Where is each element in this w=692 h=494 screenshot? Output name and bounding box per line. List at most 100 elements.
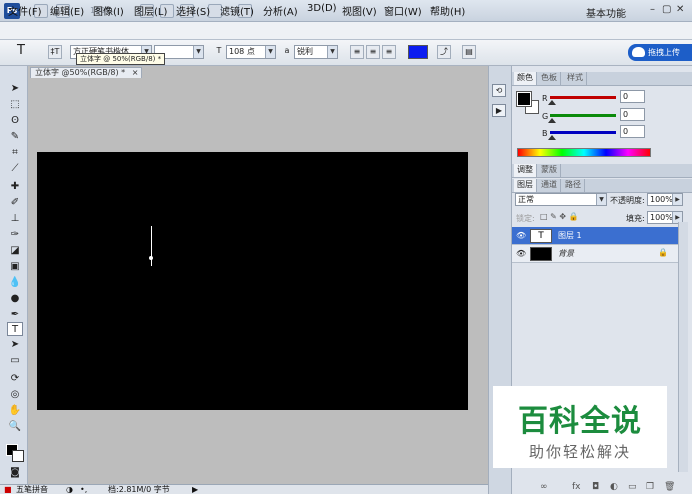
- foreground-color[interactable]: [516, 91, 532, 107]
- warp-text-icon[interactable]: ⤴: [437, 45, 451, 59]
- visibility-eye-icon[interactable]: 👁: [516, 231, 526, 240]
- background-color-swatch[interactable]: [12, 450, 24, 462]
- eyedropper-tool-icon[interactable]: ⟋: [7, 162, 23, 176]
- status-menu-arrow-icon[interactable]: ▶: [192, 485, 198, 494]
- healing-brush-tool-icon[interactable]: ✚: [7, 180, 23, 194]
- ime-label[interactable]: 五笔拼音: [16, 485, 48, 494]
- clone-stamp-tool-icon[interactable]: ⊥: [7, 212, 23, 226]
- ime-icon: ■: [4, 485, 12, 494]
- tab-swatches[interactable]: 色板: [538, 72, 561, 85]
- ime-moon-icon[interactable]: ◑: [66, 485, 73, 494]
- layer-thumbnail: T: [530, 229, 552, 243]
- tab-layers[interactable]: 图层: [514, 179, 537, 192]
- zoom-tool-icon[interactable]: 🔍: [7, 420, 23, 434]
- font-size-select[interactable]: 108 点 ▼: [226, 45, 276, 59]
- channel-g-input[interactable]: 0: [620, 108, 645, 121]
- cloud-icon: [632, 47, 645, 57]
- watermark: 百科全说 助你轻松解决: [493, 386, 667, 468]
- antialias-select[interactable]: 锐利 ▼: [294, 45, 338, 59]
- color-spectrum-bar[interactable]: [517, 148, 651, 157]
- chevron-down-icon: ▼: [265, 46, 275, 58]
- align-center-icon[interactable]: ≡: [366, 45, 380, 59]
- gradient-tool-icon[interactable]: ▣: [7, 260, 23, 274]
- layer-style-icon[interactable]: fx: [572, 482, 581, 492]
- layer-name[interactable]: 背景: [558, 248, 574, 259]
- type-tool-icon[interactable]: T: [7, 322, 23, 336]
- channel-r-thumb[interactable]: [548, 100, 556, 105]
- channel-g-slider[interactable]: [550, 114, 616, 117]
- menu-window[interactable]: 窗口(W): [384, 3, 422, 18]
- channel-b-thumb[interactable]: [548, 135, 556, 140]
- actions-panel-icon[interactable]: ▶: [492, 104, 506, 117]
- pen-tool-icon[interactable]: ✒: [7, 308, 23, 322]
- channel-g-thumb[interactable]: [548, 118, 556, 123]
- eraser-tool-icon[interactable]: ◪: [7, 244, 23, 258]
- hand-tool-icon[interactable]: ✋: [7, 404, 23, 418]
- text-orientation-icon[interactable]: ‡T: [48, 45, 62, 59]
- document-tab[interactable]: 立体字 @50%(RGB/8) * ×: [30, 67, 142, 78]
- text-color-swatch[interactable]: [408, 45, 428, 59]
- 3d-orbit-tool-icon[interactable]: ◎: [7, 388, 23, 402]
- menu-3d[interactable]: 3D(D): [307, 3, 337, 14]
- adjustment-layer-icon[interactable]: ◐: [610, 482, 618, 492]
- channel-r-input[interactable]: 0: [620, 90, 645, 103]
- menu-help[interactable]: 帮助(H): [430, 3, 465, 18]
- quick-mask-icon[interactable]: ◙: [7, 466, 23, 480]
- link-layers-icon[interactable]: ∞: [540, 482, 548, 492]
- tab-adjustments[interactable]: 调整: [514, 164, 537, 177]
- layer-row[interactable]: 👁 T 图层 1: [512, 227, 678, 245]
- visibility-eye-icon[interactable]: 👁: [516, 249, 526, 258]
- tab-paths[interactable]: 路径: [562, 179, 585, 192]
- align-right-icon[interactable]: ≡: [382, 45, 396, 59]
- menu-filter[interactable]: 滤镜(T): [220, 3, 254, 18]
- layers-scrollbar[interactable]: [678, 222, 688, 472]
- blend-mode-select[interactable]: 正常 ▼: [515, 193, 607, 206]
- menu-file[interactable]: 文件(F): [8, 3, 42, 18]
- ime-punct-icon[interactable]: •,: [80, 485, 87, 494]
- menu-image[interactable]: 图像(I): [93, 3, 124, 18]
- channel-b-input[interactable]: 0: [620, 125, 645, 138]
- align-left-icon[interactable]: ≡: [350, 45, 364, 59]
- tab-channels[interactable]: 通道: [538, 179, 561, 192]
- tab-color[interactable]: 颜色: [514, 72, 537, 85]
- new-layer-icon[interactable]: ❐: [646, 482, 654, 492]
- crop-tool-icon[interactable]: ⌗: [7, 146, 23, 160]
- brush-tool-icon[interactable]: ✐: [7, 196, 23, 210]
- minimize-button[interactable]: –: [650, 4, 655, 15]
- tab-masks[interactable]: 蒙版: [538, 164, 561, 177]
- type-tool-preset-icon[interactable]: T: [14, 44, 28, 59]
- history-brush-tool-icon[interactable]: ✑: [7, 228, 23, 242]
- close-icon[interactable]: ×: [132, 68, 139, 77]
- menu-select[interactable]: 选择(S): [176, 3, 210, 18]
- restore-button[interactable]: ▢: [662, 4, 671, 15]
- quick-select-tool-icon[interactable]: ✎: [7, 130, 23, 144]
- dodge-tool-icon[interactable]: ●: [7, 292, 23, 306]
- layer-name[interactable]: 图层 1: [558, 230, 582, 241]
- new-group-icon[interactable]: ▭: [628, 482, 637, 492]
- lock-icons[interactable]: □ ✎ ✥ 🔒: [540, 212, 579, 221]
- move-tool-icon[interactable]: ➤: [7, 82, 23, 96]
- opacity-input[interactable]: 100% ▶: [647, 193, 683, 206]
- tab-styles[interactable]: 样式: [564, 72, 587, 85]
- path-select-tool-icon[interactable]: ➤: [7, 338, 23, 352]
- close-button[interactable]: ✕: [676, 4, 684, 15]
- menu-analysis[interactable]: 分析(A): [263, 3, 298, 18]
- delete-layer-icon[interactable]: 🗑: [664, 482, 675, 492]
- marquee-tool-icon[interactable]: ⬚: [7, 98, 23, 112]
- menu-view[interactable]: 视图(V): [342, 3, 377, 18]
- workspace-switcher[interactable]: 基本功能: [586, 5, 626, 20]
- history-panel-icon[interactable]: ⟲: [492, 84, 506, 97]
- menu-layer[interactable]: 图层(L): [134, 3, 167, 18]
- lasso-tool-icon[interactable]: ʘ: [7, 114, 23, 128]
- layer-row[interactable]: 👁 背景 🔒: [512, 245, 678, 263]
- channel-b-slider[interactable]: [550, 131, 616, 134]
- 3d-rotate-tool-icon[interactable]: ⟳: [7, 372, 23, 386]
- canvas[interactable]: [37, 152, 468, 410]
- layer-mask-icon[interactable]: ◘: [592, 482, 599, 492]
- blur-tool-icon[interactable]: 💧: [7, 276, 23, 290]
- channel-r-slider[interactable]: [550, 96, 616, 99]
- menu-edit[interactable]: 编辑(E): [50, 3, 84, 18]
- upload-button[interactable]: 拖拽上传: [628, 44, 692, 61]
- shape-tool-icon[interactable]: ▭: [7, 354, 23, 368]
- character-panel-icon[interactable]: ▤: [462, 45, 476, 59]
